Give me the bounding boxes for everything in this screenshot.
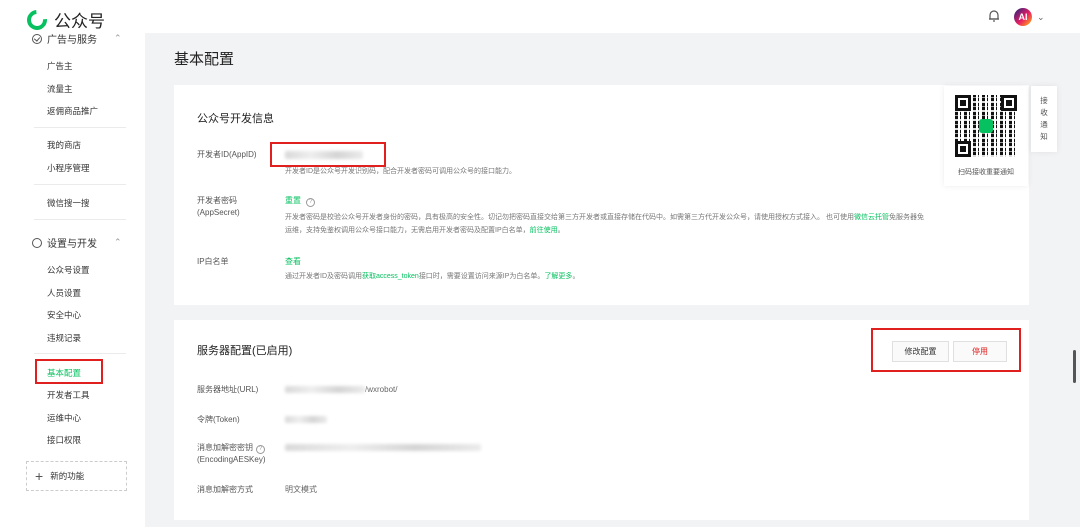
divider: [34, 353, 126, 354]
top-bar: 公众号 AI ⌄: [0, 0, 1080, 34]
ads-icon: [32, 33, 42, 44]
secret-actions: 重置 ?: [285, 195, 316, 207]
secret-desc-text: 运维，支持免鉴权调用公众号接口能力，无需启用开发者密码及配置IP白名单，: [285, 227, 530, 234]
avatar[interactable]: AI: [1014, 8, 1032, 26]
aes-key-label-line2: (EncodingAESKey): [197, 455, 266, 464]
bell-icon[interactable]: [987, 9, 1001, 23]
sidebar-group-label: 设置与开发: [47, 239, 97, 250]
token-value: [285, 416, 327, 425]
server-url-path: /wxrobot/: [365, 385, 398, 394]
aes-key-value: [285, 444, 481, 453]
edit-config-button[interactable]: 修改配置: [892, 341, 949, 362]
qr-finder: [1001, 95, 1017, 111]
appid-label: 开发者ID(AppID): [197, 150, 257, 159]
new-features-button[interactable]: + 新的功能: [26, 461, 127, 491]
aes-key-label: 消息加解密密钥? (EncodingAESKey): [197, 442, 265, 466]
notify-char: 知: [1040, 132, 1048, 141]
divider: [34, 184, 126, 185]
divider: [34, 127, 126, 128]
qr-caption: 扫码接收重要通知: [958, 169, 1014, 176]
sidebar-item-my-shop[interactable]: 我的商店: [47, 139, 81, 151]
help-icon[interactable]: ?: [306, 198, 316, 207]
learn-more-link[interactable]: 了解更多: [544, 273, 572, 280]
notify-char: 收: [1040, 108, 1048, 117]
server-url-value: /wxrobot/: [285, 385, 397, 394]
scrollbar-thumb[interactable]: [1073, 350, 1076, 383]
disable-button[interactable]: 停用: [953, 341, 1007, 362]
chevron-up-icon: ⌃: [114, 237, 122, 247]
secret-label: 开发者密码(AppSecret): [197, 196, 240, 217]
period: 。: [572, 273, 580, 280]
ip-desc-text: 接口时，需要设置访问来源IP为白名单。: [418, 273, 545, 280]
card-title: 服务器配置(已启用): [197, 345, 293, 357]
sidebar-item-dev-tools[interactable]: 开发者工具: [47, 389, 90, 401]
sidebar-item-search[interactable]: 微信搜一搜: [47, 197, 90, 209]
sidebar-item-commission[interactable]: 返佣商品推广: [47, 105, 98, 117]
notify-char: 接: [1040, 96, 1048, 105]
aes-key-label-line1: 消息加解密密钥: [197, 443, 253, 452]
qr-finder: [955, 141, 971, 157]
receive-notify-tab[interactable]: 接 收 通 知: [1031, 86, 1057, 152]
access-token-link[interactable]: 获取access_token: [362, 273, 419, 280]
qr-notify-panel: 扫码接收重要通知: [944, 86, 1028, 186]
sidebar-item-advertiser[interactable]: 广告主: [47, 60, 73, 72]
secret-description: 开发者密码是校验公众号开发者身份的密码，具有极高的安全性。切记勿把密码直接交给第…: [285, 211, 1025, 237]
go-use-link[interactable]: 前往使用: [530, 227, 558, 234]
encrypt-mode-label: 消息加解密方式: [197, 485, 253, 494]
sidebar-group-dev[interactable]: 设置与开发 ⌃: [32, 235, 122, 250]
secret-desc-text: 开发者密码是校验公众号开发者身份的密码，具有极高的安全性。切记勿把密码直接交给第…: [285, 214, 854, 221]
divider: [34, 219, 126, 220]
dev-info-card: 公众号开发信息 开发者ID(AppID) 开发者ID是公众号开发识别码，配合开发…: [174, 85, 1029, 305]
sidebar-group-ads[interactable]: 广告与服务 ⌃: [32, 31, 122, 46]
card-title: 公众号开发信息: [197, 113, 274, 125]
sidebar-item-violations[interactable]: 违规记录: [47, 332, 81, 344]
plus-icon: +: [35, 468, 44, 484]
qr-code-image: [955, 95, 1017, 157]
qr-finder: [955, 95, 971, 111]
ip-view-link[interactable]: 查看: [285, 256, 301, 267]
server-url-label: 服务器地址(URL): [197, 385, 259, 394]
encrypt-mode-value: 明文模式: [285, 485, 317, 494]
token-label: 令牌(Token): [197, 415, 240, 424]
cloud-hosting-link[interactable]: 微信云托管: [854, 214, 889, 221]
period: 。: [557, 227, 565, 234]
secret-desc-text: 免服务器免: [888, 214, 924, 221]
gear-icon: [32, 237, 42, 248]
sidebar-item-ops-center[interactable]: 运维中心: [47, 412, 81, 424]
help-icon[interactable]: ?: [256, 445, 265, 454]
sidebar-item-oa-settings[interactable]: 公众号设置: [47, 264, 90, 276]
wechat-oa-logo-icon: [22, 5, 52, 34]
sidebar-item-api-permissions[interactable]: 接口权限: [47, 434, 81, 446]
sidebar-item-miniprogram[interactable]: 小程序管理: [47, 162, 90, 174]
new-features-label: 新的功能: [50, 471, 85, 481]
wechat-icon: [979, 119, 993, 133]
view-link-label: 查看: [285, 257, 301, 266]
sidebar-item-people[interactable]: 人员设置: [47, 287, 81, 299]
app-logo[interactable]: 公众号: [22, 5, 105, 34]
annotation-highlight-box: [35, 359, 103, 384]
ip-description: 通过开发者ID及密码调用获取access_token接口时，需要设置访问来源IP…: [285, 270, 579, 283]
ip-desc-text: 通过开发者ID及密码调用: [285, 273, 362, 280]
chevron-up-icon: ⌃: [114, 33, 122, 43]
sidebar-item-security[interactable]: 安全中心: [47, 309, 81, 321]
page-title: 基本配置: [174, 51, 235, 68]
chevron-down-icon[interactable]: ⌄: [1037, 12, 1045, 23]
sidebar-item-publisher[interactable]: 流量主: [47, 83, 73, 95]
app-name: 公众号: [54, 12, 105, 31]
sidebar: 广告与服务 ⌃ 广告主 流量主 返佣商品推广 我的商店 小程序管理 微信搜一搜 …: [0, 33, 145, 527]
annotation-highlight-box: [270, 142, 386, 167]
ip-whitelist-label: IP白名单: [197, 257, 229, 266]
sidebar-group-label: 广告与服务: [47, 35, 97, 46]
reset-secret-link[interactable]: 重置: [285, 196, 301, 205]
notify-char: 通: [1040, 120, 1048, 129]
